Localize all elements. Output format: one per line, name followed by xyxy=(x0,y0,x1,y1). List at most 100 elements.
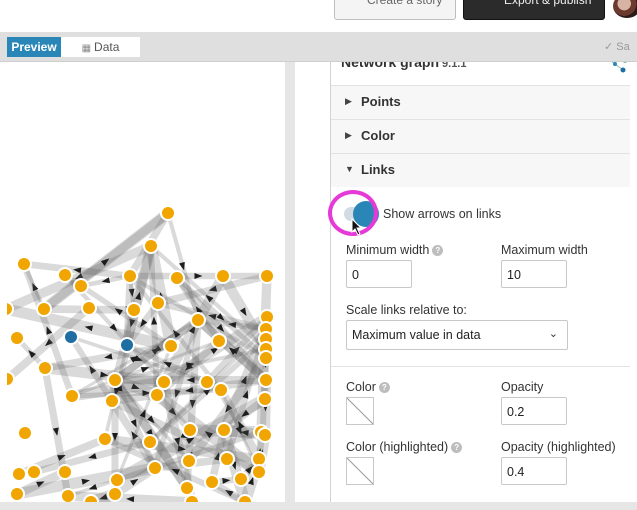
graph-node[interactable] xyxy=(258,372,274,388)
preview-scrollbar[interactable] xyxy=(285,62,295,502)
tab-data[interactable]: ▦ Data xyxy=(61,37,140,57)
graph-node[interactable] xyxy=(9,486,25,502)
avatar[interactable] xyxy=(613,0,637,18)
color-text: Color xyxy=(346,380,376,394)
section-points[interactable]: ▶ Points xyxy=(331,85,630,119)
graph-node[interactable] xyxy=(97,431,113,447)
table-icon: ▦ xyxy=(81,43,92,54)
graph-node[interactable] xyxy=(17,425,33,441)
graph-node[interactable] xyxy=(199,374,215,390)
graph-node[interactable] xyxy=(184,494,200,502)
graph-node[interactable] xyxy=(9,330,25,346)
graph-node[interactable] xyxy=(179,480,195,496)
graph-node[interactable] xyxy=(169,270,185,286)
graph-node[interactable] xyxy=(181,453,197,469)
network-graph-thumbnail-icon xyxy=(611,62,627,73)
scale-links-select[interactable]: Maximum value in data ⌄ xyxy=(346,320,568,350)
scale-links-value: Maximum value in data xyxy=(352,328,481,342)
graph-node[interactable] xyxy=(182,422,198,438)
network-graph-canvas[interactable] xyxy=(7,62,285,502)
help-icon[interactable]: ? xyxy=(432,245,444,256)
graph-node[interactable] xyxy=(57,267,73,283)
save-button[interactable]: ✓ Sa xyxy=(604,37,637,57)
graph-node[interactable] xyxy=(163,338,179,354)
graph-node[interactable] xyxy=(215,268,231,284)
graph-node[interactable] xyxy=(216,422,232,438)
graph-node[interactable] xyxy=(60,488,76,502)
create-story-label: Create a story xyxy=(367,0,443,7)
export-publish-label: Export & publish xyxy=(504,0,592,7)
template-name: Network graph xyxy=(341,62,440,70)
graph-node[interactable] xyxy=(142,434,158,450)
help-icon[interactable]: ? xyxy=(451,442,463,453)
graph-node[interactable] xyxy=(109,472,125,488)
help-icon[interactable]: ? xyxy=(378,382,390,393)
export-publish-button[interactable]: Export & publish xyxy=(463,0,605,20)
graph-node[interactable] xyxy=(16,256,32,272)
link-color-swatch[interactable] xyxy=(346,397,374,425)
graph-node[interactable] xyxy=(83,494,99,502)
no-color-icon xyxy=(347,398,373,424)
graph-node[interactable] xyxy=(259,268,275,284)
network-graph-preview[interactable] xyxy=(7,62,285,502)
graph-node[interactable] xyxy=(37,360,53,376)
show-arrows-label: Show arrows on links xyxy=(383,207,502,221)
graph-node[interactable] xyxy=(150,295,166,311)
graph-node[interactable] xyxy=(73,278,89,294)
link-color-highlighted-swatch[interactable] xyxy=(346,457,374,485)
tab-preview[interactable]: Preview xyxy=(7,37,61,57)
graph-node[interactable] xyxy=(204,474,220,490)
graph-node[interactable] xyxy=(122,268,138,284)
graph-node[interactable] xyxy=(190,312,206,328)
graph-node[interactable] xyxy=(257,427,273,443)
section-color-label: Color xyxy=(361,128,395,143)
mouse-cursor-icon xyxy=(351,218,363,236)
graph-node[interactable] xyxy=(7,301,14,317)
graph-node[interactable] xyxy=(63,329,79,345)
graph-node[interactable] xyxy=(251,451,267,467)
chevron-right-icon: ▶ xyxy=(345,130,352,140)
graph-node[interactable] xyxy=(219,451,235,467)
graph-node[interactable] xyxy=(258,350,274,366)
graph-node[interactable] xyxy=(251,464,267,480)
graph-node[interactable] xyxy=(149,387,165,403)
graph-node[interactable] xyxy=(211,333,227,349)
section-color[interactable]: ▶ Color xyxy=(331,119,630,153)
graph-node[interactable] xyxy=(57,464,73,480)
graph-node[interactable] xyxy=(64,388,80,404)
graph-node[interactable] xyxy=(81,300,97,316)
min-width-input[interactable]: 0 xyxy=(346,260,412,288)
graph-node[interactable] xyxy=(213,382,229,398)
color-highlighted-label: Color (highlighted)? xyxy=(346,440,463,454)
graph-node[interactable] xyxy=(160,205,176,221)
graph-node[interactable] xyxy=(107,372,123,388)
opacity-highlighted-label: Opacity (highlighted) xyxy=(501,440,616,454)
graph-node[interactable] xyxy=(7,371,15,387)
section-links[interactable]: ▼ Links xyxy=(331,153,630,187)
graph-node[interactable] xyxy=(36,301,52,317)
graph-node[interactable] xyxy=(147,460,163,476)
create-story-button[interactable]: Create a story xyxy=(334,0,456,20)
graph-node[interactable] xyxy=(11,466,27,482)
panel-title: Network graph 9.1.1 xyxy=(341,62,466,70)
opacity-highlighted-input[interactable]: 0.4 xyxy=(501,457,567,485)
template-version: 9.1.1 xyxy=(442,62,467,70)
graph-node[interactable] xyxy=(156,374,172,390)
graph-node[interactable] xyxy=(233,471,249,487)
tab-data-label: Data xyxy=(94,40,120,54)
color-highlighted-text: Color (highlighted) xyxy=(346,440,449,454)
max-width-label: Maximum width xyxy=(501,243,588,257)
graph-node[interactable] xyxy=(104,393,120,409)
graph-node[interactable] xyxy=(119,337,135,353)
min-width-text: Minimum width xyxy=(346,243,430,257)
opacity-input[interactable]: 0.2 xyxy=(501,397,567,425)
chevron-down-icon: ▼ xyxy=(345,164,354,174)
graph-node[interactable] xyxy=(143,238,159,254)
max-width-input[interactable]: 10 xyxy=(501,260,567,288)
graph-node[interactable] xyxy=(107,486,123,502)
graph-node[interactable] xyxy=(126,302,142,318)
graph-node[interactable] xyxy=(26,464,42,480)
graph-node[interactable] xyxy=(257,391,273,407)
graph-node[interactable] xyxy=(237,494,253,502)
scale-links-label: Scale links relative to: xyxy=(346,303,467,317)
